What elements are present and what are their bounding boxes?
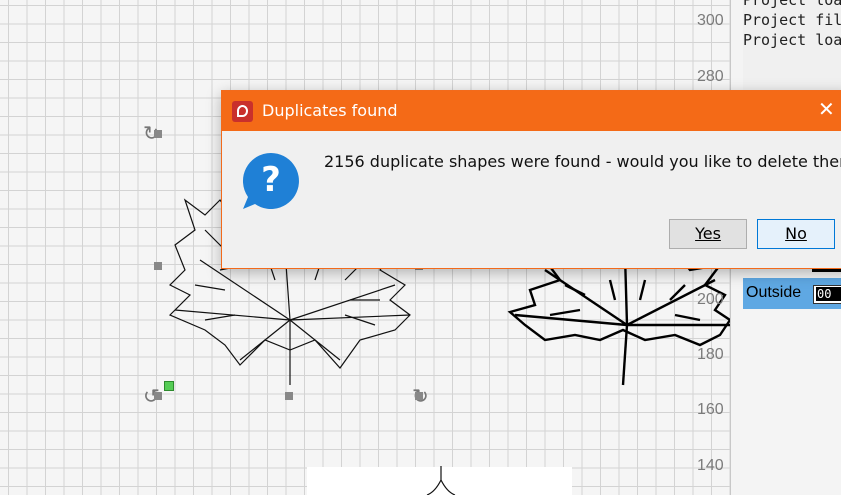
log-line: Project fil [743, 11, 841, 29]
close-icon[interactable]: ✕ [818, 99, 835, 119]
cut-layer-number-value: 00 [816, 287, 841, 301]
scale-handle-middle-left[interactable] [154, 262, 162, 270]
ruler-label: 300 [697, 12, 724, 29]
log-line: Project loa [743, 0, 841, 9]
ruler-label: 140 [697, 457, 724, 474]
scale-handle-bottom-middle[interactable] [285, 392, 293, 400]
bottom-shape-partial[interactable] [425, 466, 457, 495]
no-button-label: No [785, 224, 807, 243]
dialog-title: Duplicates found [262, 101, 398, 120]
app-logo-icon [232, 101, 253, 122]
dialog-titlebar[interactable]: Duplicates found ✕ [222, 91, 841, 131]
svg-text:?: ? [261, 160, 281, 200]
ruler-label: 180 [697, 346, 724, 363]
console-log[interactable]: Project loa Project fil Project loa [743, 0, 841, 95]
cut-layer-row[interactable]: Outside 00 [743, 278, 841, 309]
ruler-label: 200 [697, 291, 724, 308]
ruler-label: 280 [697, 68, 724, 85]
scale-handle-bottom-left[interactable] [154, 392, 162, 400]
ruler-label: 160 [697, 401, 724, 418]
yes-button[interactable]: Yes [669, 219, 747, 249]
duplicates-dialog: Duplicates found ✕ ? 2156 duplicate shap… [221, 90, 841, 269]
question-icon: ? [242, 152, 299, 209]
scale-handle-bottom-right[interactable] [415, 392, 423, 400]
log-line: Project loa [743, 31, 841, 49]
origin-marker[interactable] [164, 381, 174, 391]
cut-layer-number[interactable]: 00 [813, 285, 841, 304]
cut-layer-label: Outside [746, 284, 802, 301]
dialog-message: 2156 duplicate shapes were found - would… [324, 152, 841, 171]
scale-handle-top-left[interactable] [154, 130, 162, 138]
no-button[interactable]: No [757, 219, 835, 249]
yes-button-label: Yes [695, 224, 721, 243]
